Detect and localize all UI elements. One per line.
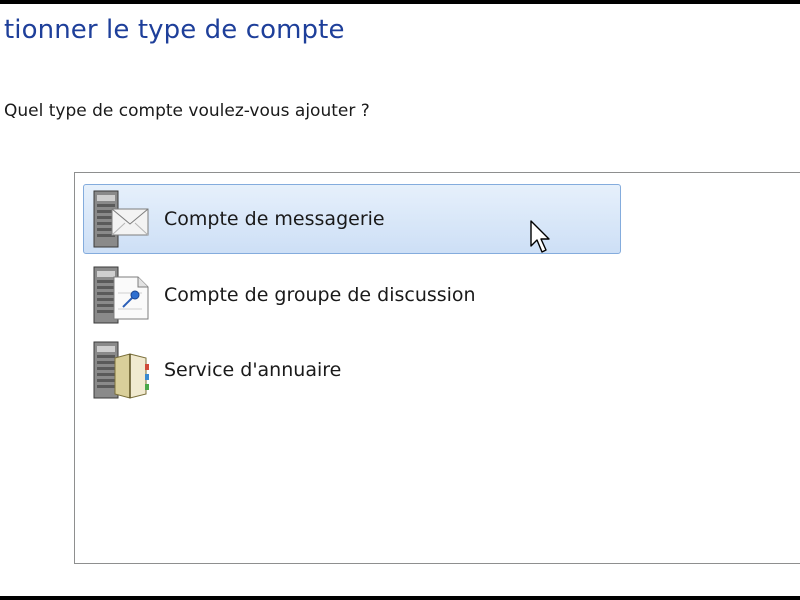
newsgroup-server-icon	[93, 266, 149, 324]
account-type-newsgroup[interactable]: Compte de groupe de discussion	[83, 260, 621, 330]
email-server-icon	[93, 190, 149, 248]
account-type-label: Service d'annuaire	[164, 359, 342, 381]
account-type-list[interactable]: Compte de messagerie Compte de groupe de…	[74, 172, 800, 564]
account-type-label: Compte de messagerie	[164, 208, 385, 230]
account-type-label: Compte de groupe de discussion	[164, 284, 476, 306]
mouse-pointer-icon	[530, 220, 550, 253]
page-title: tionner le type de compte	[4, 15, 345, 45]
account-type-question: Quel type de compte voulez-vous ajouter …	[4, 101, 370, 121]
directory-service-icon	[93, 341, 149, 399]
account-type-directory[interactable]: Service d'annuaire	[83, 335, 621, 405]
dialog-panel: tionner le type de compte Quel type de c…	[0, 4, 800, 596]
